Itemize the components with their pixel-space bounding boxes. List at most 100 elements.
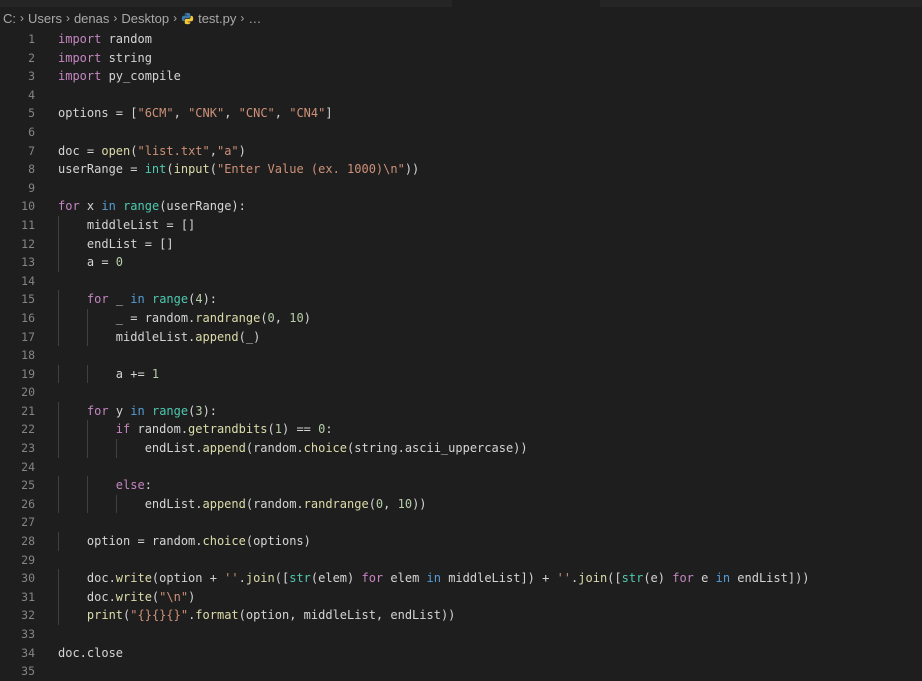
code-token: (random. xyxy=(245,441,304,456)
code-line[interactable]: 1 import random xyxy=(0,30,922,49)
code-token: format xyxy=(195,608,239,623)
code-line[interactable]: 3 import py_compile xyxy=(0,67,922,86)
code-line[interactable]: 27 xyxy=(0,513,922,532)
line-number: 4 xyxy=(28,87,35,102)
code-token: elem xyxy=(383,571,427,586)
code-token: random xyxy=(101,32,152,46)
code-token: append xyxy=(195,329,239,344)
code-line[interactable]: 9 xyxy=(0,179,922,198)
code-line[interactable]: 13 a = 0 xyxy=(0,253,922,272)
active-tab[interactable] xyxy=(452,0,600,7)
code-token: (option, middleList, endList)) xyxy=(238,608,456,623)
code-line[interactable]: 16 _ = random.randrange(0, 10) xyxy=(0,308,922,328)
code-token: _ xyxy=(108,292,131,307)
breadcrumb-segment-users[interactable]: Users xyxy=(28,11,62,26)
code-text: middleList = [] xyxy=(58,216,195,235)
code-line[interactable]: 30 doc.write(option + ''.join([str(elem)… xyxy=(0,569,922,588)
code-token: "Enter Value (ex. 1000)\n" xyxy=(216,162,405,177)
code-token: int xyxy=(144,162,167,177)
code-line[interactable]: 19 a += 1 xyxy=(0,364,922,384)
code-token: choice xyxy=(303,441,348,456)
code-token: )) xyxy=(412,496,427,511)
code-line[interactable]: 33 xyxy=(0,625,922,644)
code-line[interactable]: 4 xyxy=(0,86,922,105)
line-number: 14 xyxy=(21,273,35,288)
line-number: 33 xyxy=(21,627,35,641)
code-token: random. xyxy=(130,422,189,437)
code-line[interactable]: 10 for x in range(userRange): xyxy=(0,197,922,216)
code-token: for xyxy=(86,403,109,418)
code-line[interactable]: 5 options = ["6CM", "CNK", "CNC", "CN4"] xyxy=(0,104,922,123)
code-token: py_compile xyxy=(101,69,181,84)
code-line[interactable]: 21 for y in range(3): xyxy=(0,401,922,421)
code-text: doc.close xyxy=(58,644,123,663)
code-token: '' xyxy=(224,571,239,586)
code-line[interactable]: 8 userRange = int(input("Enter Value (ex.… xyxy=(0,160,922,179)
code-line[interactable]: 20 xyxy=(0,383,922,402)
breadcrumb-segment-drive[interactable]: C: xyxy=(3,11,16,26)
chevron-right-icon: › xyxy=(240,11,245,25)
code-text: endList.append(random.randrange(0, 10)) xyxy=(58,495,427,514)
code-token: a += xyxy=(58,366,152,381)
code-token: (e) xyxy=(643,571,673,586)
code-line[interactable]: 35 xyxy=(0,662,922,681)
breadcrumb-segment-desktop[interactable]: Desktop xyxy=(121,11,169,26)
code-token: 4 xyxy=(195,292,203,307)
line-number: 18 xyxy=(21,348,35,363)
code-token: middleList. xyxy=(58,329,196,344)
code-text: for x in range(userRange): xyxy=(58,197,246,216)
code-token: if xyxy=(115,422,131,437)
breadcrumb-segment-denas[interactable]: denas xyxy=(74,11,109,26)
code-line[interactable]: 6 xyxy=(0,123,922,142)
code-token: str xyxy=(289,571,311,586)
code-line[interactable]: 12 endList = [] xyxy=(0,234,922,254)
code-token: range xyxy=(123,199,160,214)
code-editor[interactable]: 1 import random 2 import string 3 import py_c… xyxy=(0,30,922,681)
code-line[interactable]: 15 for _ in range(4): xyxy=(0,290,922,309)
code-token: range xyxy=(151,403,189,418)
code-token: ): xyxy=(202,403,218,418)
line-number: 23 xyxy=(21,441,35,456)
code-token: , xyxy=(209,143,217,158)
code-token: append xyxy=(202,441,246,456)
line-number: 9 xyxy=(28,180,35,195)
code-line[interactable]: 11 middleList = [] xyxy=(0,215,922,235)
code-line[interactable]: 26 endList.append(random.randrange(0, 10… xyxy=(0,494,922,514)
line-number: 35 xyxy=(21,664,35,679)
breadcrumb-more[interactable]: … xyxy=(248,11,261,26)
code-token: _ = random. xyxy=(58,310,196,325)
code-line[interactable]: 2 import string xyxy=(0,49,922,68)
code-line[interactable]: 22 if random.getrandbits(1) == 0: xyxy=(0,420,922,440)
code-token: "CNC" xyxy=(238,106,275,121)
code-text: doc.write(option + ''.join([str(elem) fo… xyxy=(58,569,810,588)
code-text: option = random.choice(options) xyxy=(58,532,311,551)
line-number: 20 xyxy=(21,385,35,400)
line-number: 1 xyxy=(28,32,35,46)
code-token: join xyxy=(245,571,275,586)
code-token: ( xyxy=(166,162,174,177)
code-line[interactable]: 32 print("{}{}{}".format(option, middleL… xyxy=(0,606,922,625)
code-line[interactable]: 7 doc = open("list.txt","a") xyxy=(0,142,922,161)
breadcrumb-file[interactable]: test.py xyxy=(198,11,236,26)
code-line[interactable]: 34 doc.close xyxy=(0,644,922,663)
code-line[interactable]: 31 doc.write("\n") xyxy=(0,587,922,607)
code-token: )) xyxy=(404,162,420,177)
code-line[interactable]: 28 option = random.choice(options) xyxy=(0,532,922,551)
code-line[interactable]: 14 xyxy=(0,272,922,291)
code-token: ( xyxy=(368,496,376,511)
code-line[interactable]: 25 else: xyxy=(0,476,922,495)
code-text: import py_compile xyxy=(58,67,181,86)
code-token: "a" xyxy=(216,143,239,158)
code-text: endList = [] xyxy=(58,235,174,254)
code-token: import xyxy=(58,32,102,46)
code-text: endList.append(random.choice(string.asci… xyxy=(58,439,528,458)
code-line[interactable]: 24 xyxy=(0,458,922,477)
code-token: , xyxy=(383,496,398,511)
code-line[interactable]: 17 middleList.append(_) xyxy=(0,327,922,347)
code-line[interactable]: 18 xyxy=(0,346,922,365)
code-line[interactable]: 29 xyxy=(0,551,922,570)
code-token: , xyxy=(173,106,189,121)
code-line[interactable]: 23 endList.append(random.choice(string.a… xyxy=(0,439,922,458)
